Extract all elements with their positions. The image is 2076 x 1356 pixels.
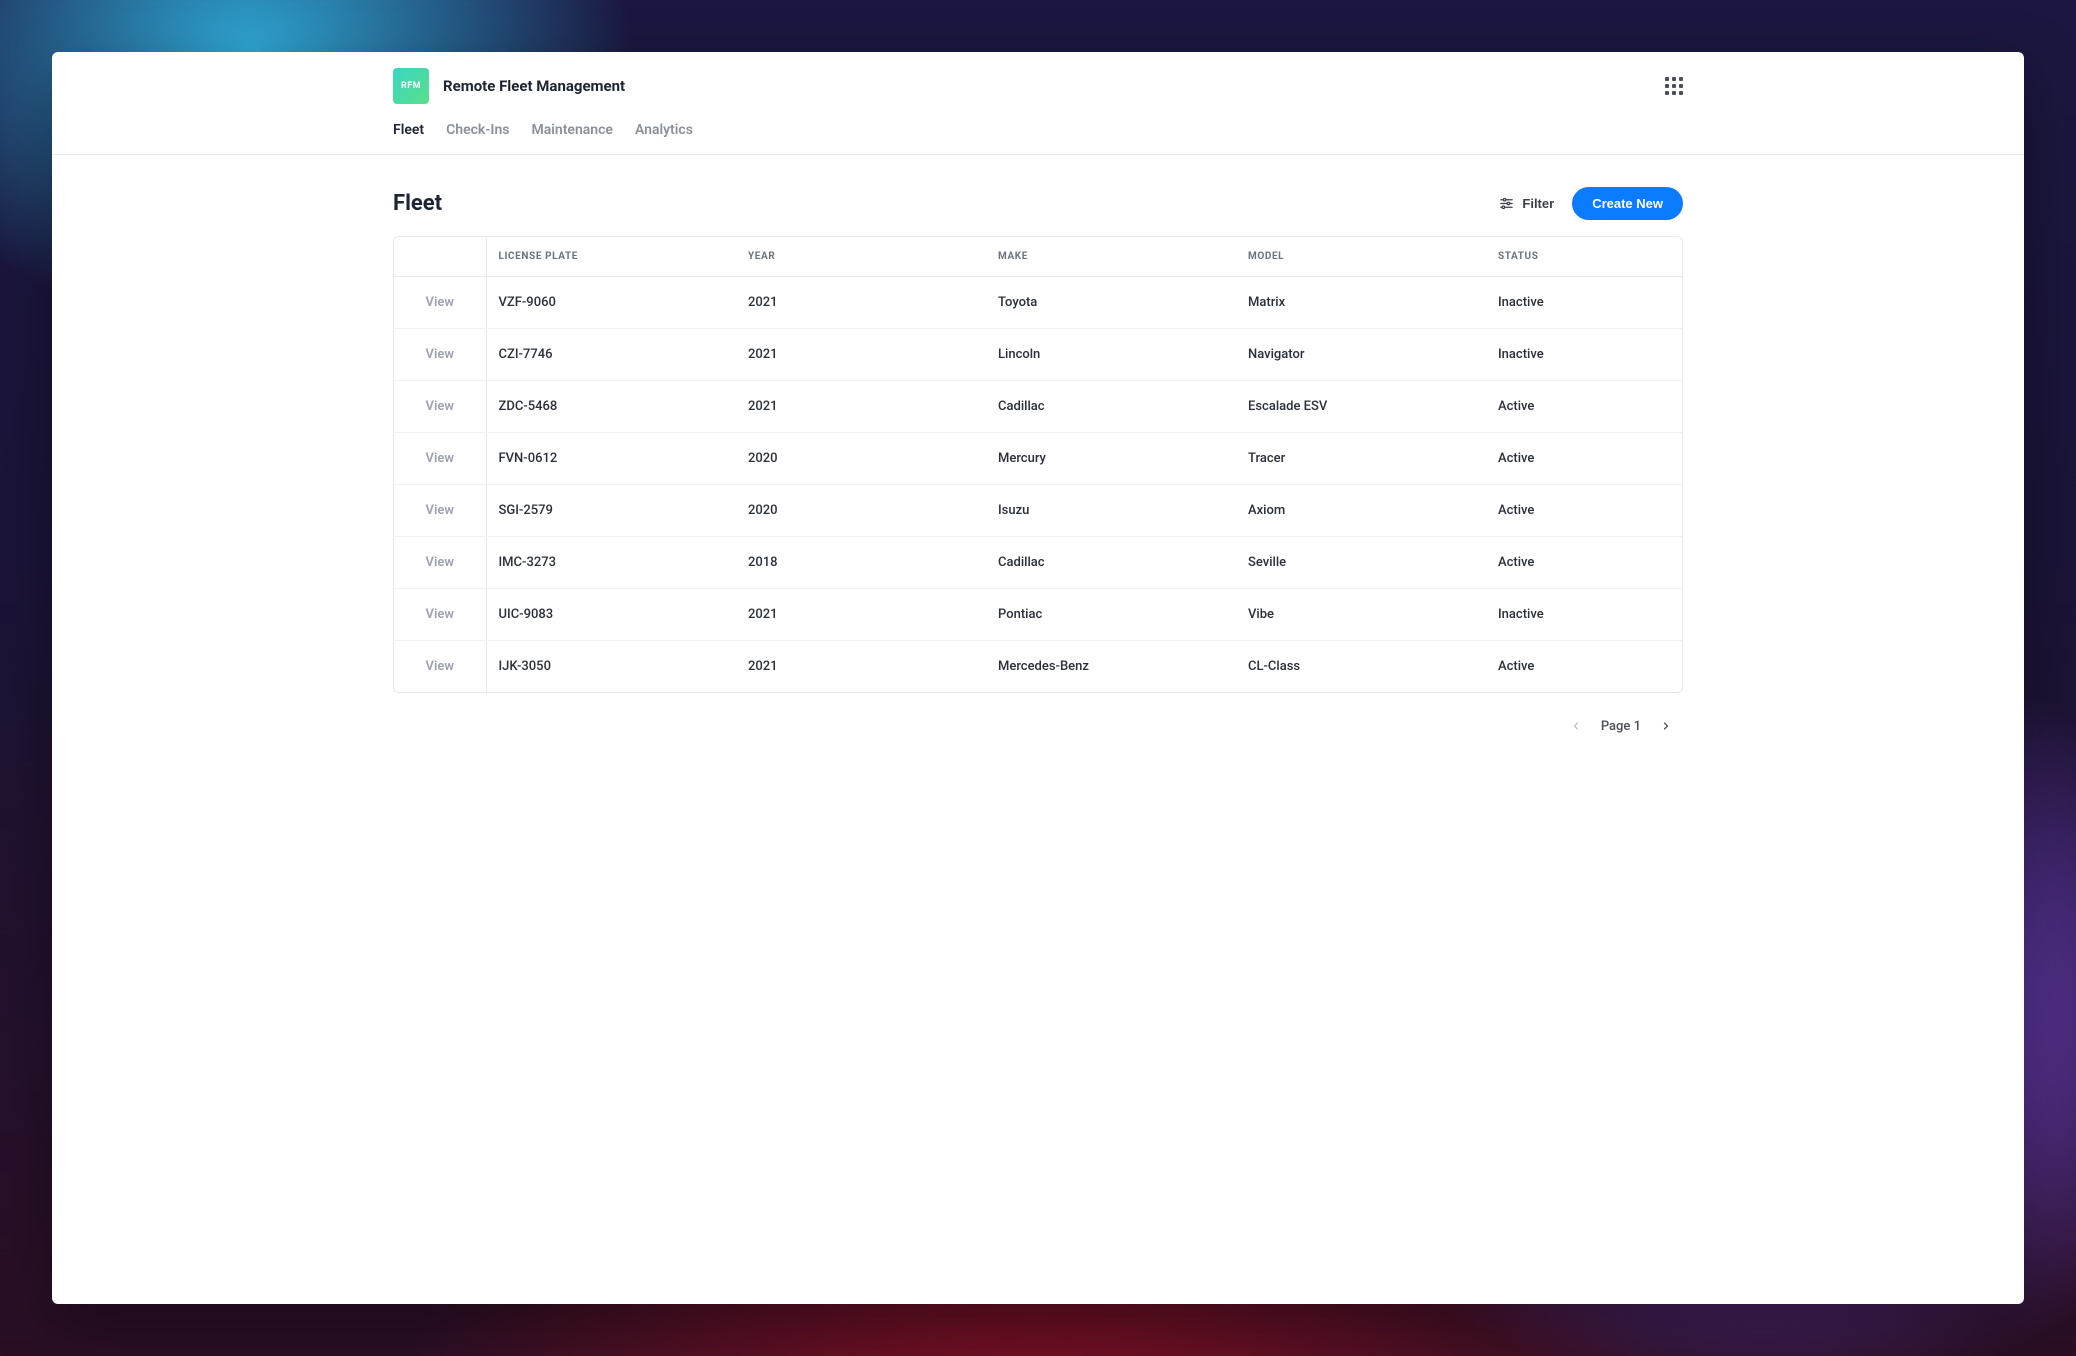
page-label: Page 1 — [1601, 719, 1641, 734]
table-row: ViewSGI-25792020IsuzuAxiomActive — [394, 485, 1682, 537]
tab-analytics[interactable]: Analytics — [635, 122, 693, 138]
cell-plate: CZI-7746 — [486, 329, 736, 381]
view-link[interactable]: View — [394, 433, 486, 485]
cell-make: Toyota — [986, 277, 1236, 329]
fleet-table: License Plate Year Make Model Status Vie… — [393, 236, 1683, 693]
cell-year: 2021 — [736, 641, 986, 693]
cell-make: Mercury — [986, 433, 1236, 485]
cell-status: Active — [1486, 381, 1682, 433]
tab-fleet[interactable]: Fleet — [393, 122, 424, 138]
cell-status: Inactive — [1486, 277, 1682, 329]
cell-model: Navigator — [1236, 329, 1486, 381]
page-actions: Filter Create New — [1499, 187, 1683, 220]
cell-year: 2021 — [736, 329, 986, 381]
cell-plate: IJK-3050 — [486, 641, 736, 693]
cell-status: Inactive — [1486, 589, 1682, 641]
cell-make: Cadillac — [986, 381, 1236, 433]
filter-label: Filter — [1522, 196, 1554, 211]
create-new-button[interactable]: Create New — [1572, 187, 1683, 220]
view-link[interactable]: View — [394, 485, 486, 537]
cell-model: Escalade ESV — [1236, 381, 1486, 433]
cell-plate: ZDC-5468 — [486, 381, 736, 433]
apps-grid-icon[interactable] — [1665, 77, 1683, 95]
table-header-row: License Plate Year Make Model Status — [394, 237, 1682, 277]
brand-logo: RFM — [393, 68, 429, 104]
table-row: ViewCZI-77462021LincolnNavigatorInactive — [394, 329, 1682, 381]
view-link[interactable]: View — [394, 641, 486, 693]
table-row: ViewIJK-30502021Mercedes-BenzCL-ClassAct… — [394, 641, 1682, 693]
cell-plate: IMC-3273 — [486, 537, 736, 589]
table-row: ViewVZF-90602021ToyotaMatrixInactive — [394, 277, 1682, 329]
cell-plate: VZF-9060 — [486, 277, 736, 329]
cell-status: Inactive — [1486, 329, 1682, 381]
cell-make: Mercedes-Benz — [986, 641, 1236, 693]
cell-plate: FVN-0612 — [486, 433, 736, 485]
nav-tabs: Fleet Check-Ins Maintenance Analytics — [393, 116, 1683, 154]
cell-year: 2021 — [736, 381, 986, 433]
chevron-right-icon — [1660, 720, 1672, 732]
cell-model: CL-Class — [1236, 641, 1486, 693]
page-next-button[interactable] — [1655, 715, 1677, 737]
col-header-view — [394, 237, 486, 277]
page-title: Fleet — [393, 191, 442, 216]
cell-model: Matrix — [1236, 277, 1486, 329]
view-link[interactable]: View — [394, 537, 486, 589]
view-link[interactable]: View — [394, 589, 486, 641]
cell-status: Active — [1486, 537, 1682, 589]
cell-make: Cadillac — [986, 537, 1236, 589]
cell-year: 2021 — [736, 589, 986, 641]
cell-model: Vibe — [1236, 589, 1486, 641]
pagination: Page 1 — [393, 693, 1683, 737]
col-header-year[interactable]: Year — [736, 237, 986, 277]
cell-make: Isuzu — [986, 485, 1236, 537]
chevron-left-icon — [1570, 720, 1582, 732]
cell-year: 2020 — [736, 433, 986, 485]
cell-plate: SGI-2579 — [486, 485, 736, 537]
cell-make: Lincoln — [986, 329, 1236, 381]
cell-make: Pontiac — [986, 589, 1236, 641]
view-link[interactable]: View — [394, 329, 486, 381]
table-row: ViewZDC-54682021CadillacEscalade ESVActi… — [394, 381, 1682, 433]
cell-model: Seville — [1236, 537, 1486, 589]
page-prev-button[interactable] — [1565, 715, 1587, 737]
cell-year: 2018 — [736, 537, 986, 589]
col-header-status[interactable]: Status — [1486, 237, 1682, 277]
col-header-model[interactable]: Model — [1236, 237, 1486, 277]
cell-model: Axiom — [1236, 485, 1486, 537]
cell-status: Active — [1486, 485, 1682, 537]
brand-title: Remote Fleet Management — [443, 77, 625, 95]
tab-check-ins[interactable]: Check-Ins — [446, 122, 509, 138]
table-row: ViewFVN-06122020MercuryTracerActive — [394, 433, 1682, 485]
tab-maintenance[interactable]: Maintenance — [531, 122, 612, 138]
filter-button[interactable]: Filter — [1499, 196, 1554, 211]
view-link[interactable]: View — [394, 381, 486, 433]
col-header-make[interactable]: Make — [986, 237, 1236, 277]
table-row: ViewIMC-32732018CadillacSevilleActive — [394, 537, 1682, 589]
cell-status: Active — [1486, 641, 1682, 693]
title-row: Fleet Filter Create New — [393, 155, 1683, 236]
cell-plate: UIC-9083 — [486, 589, 736, 641]
col-header-plate[interactable]: License Plate — [486, 237, 736, 277]
brand: RFM Remote Fleet Management — [393, 68, 625, 104]
view-link[interactable]: View — [394, 277, 486, 329]
filter-icon — [1499, 196, 1514, 211]
cell-year: 2020 — [736, 485, 986, 537]
cell-year: 2021 — [736, 277, 986, 329]
table-row: ViewUIC-90832021PontiacVibeInactive — [394, 589, 1682, 641]
app-header: RFM Remote Fleet Management — [393, 52, 1683, 116]
app-card: RFM Remote Fleet Management Fleet Check-… — [52, 52, 2024, 1304]
cell-model: Tracer — [1236, 433, 1486, 485]
brand-logo-text: RFM — [401, 81, 421, 91]
cell-status: Active — [1486, 433, 1682, 485]
